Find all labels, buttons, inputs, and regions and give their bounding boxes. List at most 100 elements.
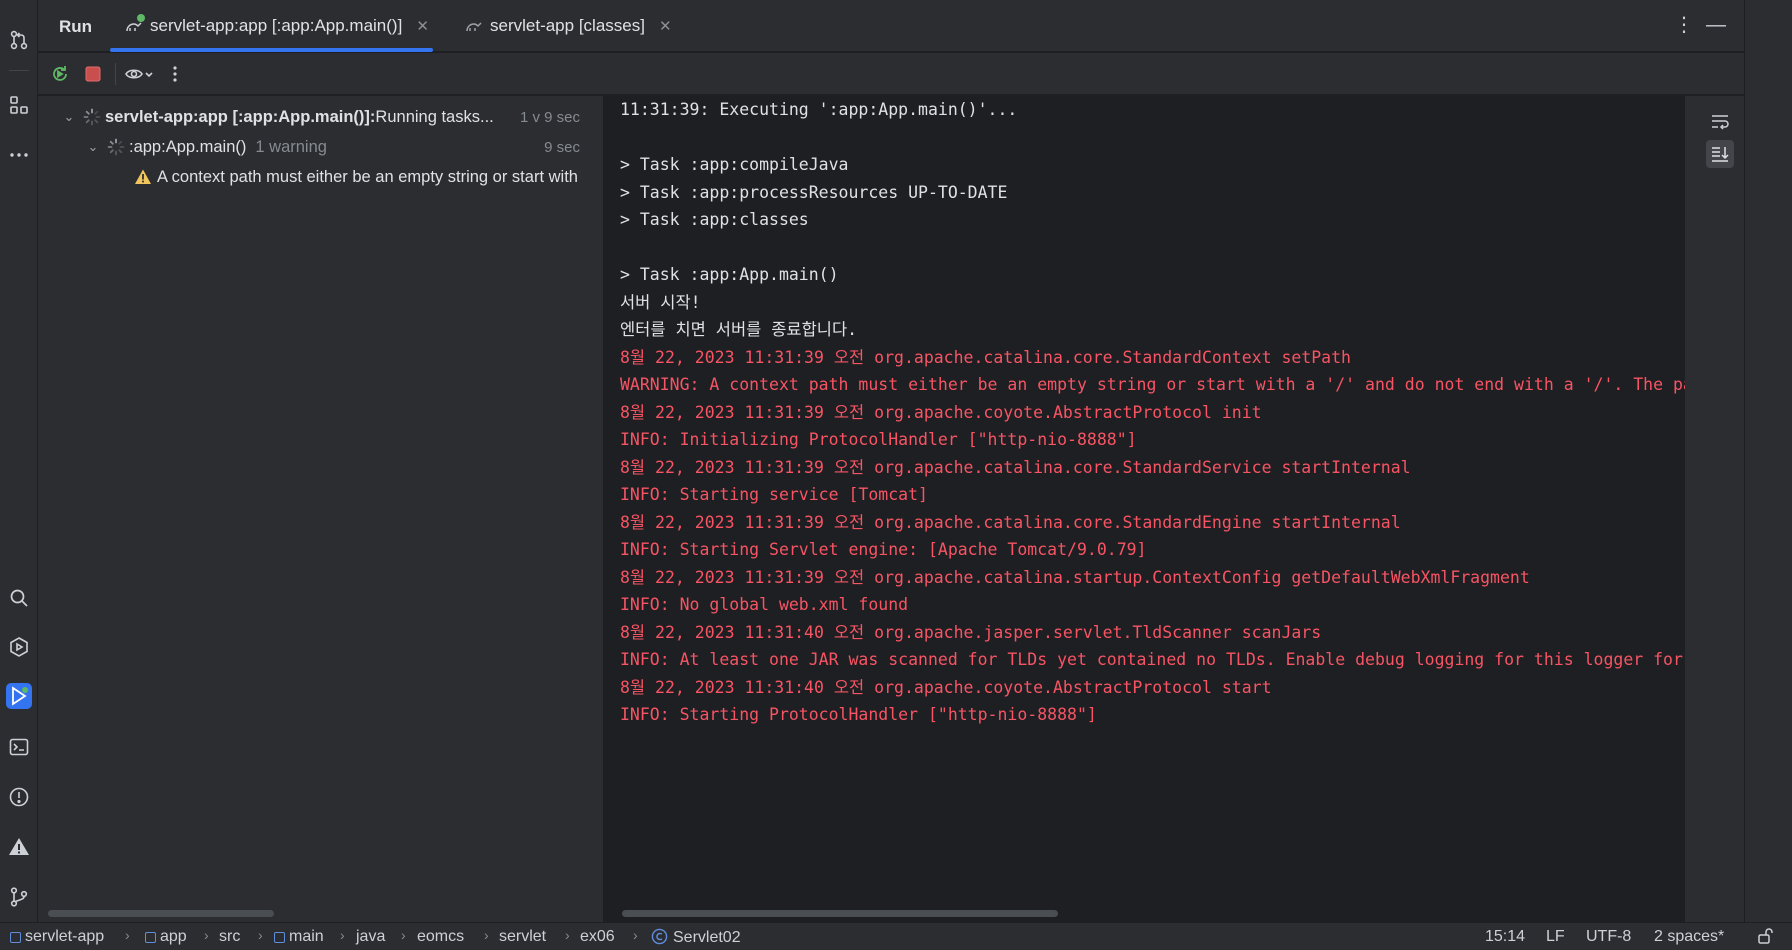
breadcrumb-label: java: [356, 928, 386, 945]
breadcrumb-item[interactable]: servlet: [499, 928, 546, 946]
warning-icon: [135, 169, 151, 184]
rerun-icon[interactable]: [48, 62, 72, 86]
console-line: > Task :app:App.main(): [620, 265, 839, 284]
chevron-right-icon: ›: [125, 927, 130, 943]
console-line: 8월 22, 2023 11:31:40 오전 org.apache.coyot…: [620, 677, 1272, 697]
breadcrumb-label: servlet-app: [25, 928, 105, 945]
structure-icon[interactable]: [6, 92, 32, 118]
caret-position[interactable]: 15:14: [1485, 928, 1525, 946]
breadcrumb-label: servlet: [499, 928, 547, 945]
toolbar-separator: [115, 63, 116, 85]
view-options-icon[interactable]: [122, 62, 156, 86]
console-line: INFO: Starting ProtocolHandler ["http-ni…: [620, 705, 1097, 724]
console-line: INFO: Starting Servlet engine: [Apache T…: [620, 540, 1147, 559]
tree-child-row[interactable]: ⌄ :app:App.main() 1 warning 9 sec: [38, 133, 603, 161]
file-encoding[interactable]: UTF-8: [1586, 928, 1631, 946]
options-menu-icon[interactable]: ⋮: [1672, 14, 1696, 38]
close-icon[interactable]: ✕: [659, 17, 672, 35]
chevron-down-icon[interactable]: ⌄: [61, 109, 77, 125]
close-icon[interactable]: ✕: [416, 17, 429, 35]
tab-label: servlet-app [classes]: [490, 16, 645, 35]
activity-separator: [9, 70, 29, 71]
chevron-right-icon: ›: [340, 927, 345, 943]
more-tools-icon[interactable]: [6, 142, 32, 168]
problems-icon[interactable]: [6, 784, 32, 810]
console-horizontal-scrollbar[interactable]: [622, 910, 1058, 917]
minimize-icon[interactable]: —: [1704, 14, 1728, 38]
tree-warning-row[interactable]: A context path must either be an empty s…: [38, 163, 603, 191]
module-icon: [10, 931, 21, 943]
console-line: 서버 시작!: [620, 292, 701, 312]
terminal-icon[interactable]: [6, 734, 32, 760]
activity-bar: [0, 0, 38, 950]
pull-requests-icon[interactable]: [6, 27, 32, 53]
console-line: > Task :app:processResources UP-TO-DATE: [620, 182, 1008, 202]
warnings-icon[interactable]: [6, 834, 32, 860]
tab-servlet-app-classes[interactable]: servlet-app [classes] ✕: [464, 0, 676, 52]
stop-icon[interactable]: [81, 62, 105, 86]
console-line: INFO: No global web.xml found: [620, 595, 909, 614]
indent-setting[interactable]: 2 spaces*: [1654, 928, 1724, 946]
console-line: > Task :app:classes: [620, 210, 809, 229]
console-line: > Task :app:compileJava: [620, 155, 849, 174]
breadcrumb-item[interactable]: main: [274, 928, 324, 946]
scroll-to-end-icon[interactable]: [1706, 140, 1734, 168]
console-line: 11:31:39: Executing ':app:App.main()'...: [620, 100, 1018, 119]
tab-servlet-app-main[interactable]: servlet-app:app [:app:App.main()] ✕: [110, 0, 433, 52]
spinner-icon: [83, 108, 101, 126]
unlock-icon[interactable]: [1757, 927, 1775, 950]
console-line: INFO: Starting service [Tomcat]: [620, 485, 928, 504]
tree-root-title: servlet-app:app [:app:App.main()]:: [105, 107, 376, 126]
breadcrumb-item[interactable]: ex06: [580, 928, 615, 946]
breadcrumb-item[interactable]: eomcs: [417, 928, 464, 946]
tree-warning-label: A context path must either be an empty s…: [157, 167, 578, 186]
tree-horizontal-scrollbar[interactable]: [48, 910, 274, 917]
gradle-icon: [464, 16, 484, 36]
breadcrumb-item[interactable]: servlet-app: [10, 928, 104, 946]
module-icon: [145, 931, 156, 943]
console-line: INFO: At least one JAR was scanned for T…: [620, 650, 1685, 669]
console-side-toolbar: [1685, 96, 1744, 922]
console-line: WARNING: A context path must either be a…: [620, 375, 1685, 394]
breadcrumb-item[interactable]: src: [219, 928, 240, 946]
tree-child-time: 9 sec: [544, 138, 580, 156]
run-toolbar: [38, 53, 1744, 95]
chevron-right-icon: ›: [633, 927, 638, 943]
breadcrumb-item[interactable]: Servlet02: [651, 928, 741, 947]
breadcrumb-item[interactable]: app: [145, 928, 187, 946]
line-separator[interactable]: LF: [1546, 928, 1565, 946]
running-badge: [137, 14, 145, 22]
run-tool-window-header: Run servlet-app:app [:app:App.main()] ✕ …: [38, 0, 1744, 52]
chevron-right-icon: ›: [204, 927, 209, 943]
console-line: 8월 22, 2023 11:31:39 오전 org.apache.catal…: [620, 567, 1530, 587]
more-actions-icon[interactable]: [163, 62, 187, 86]
tree-root-row[interactable]: ⌄ servlet-app:app [:app:App.main()]: Run…: [38, 103, 603, 131]
soft-wrap-icon[interactable]: [1706, 108, 1734, 136]
chevron-right-icon: ›: [565, 927, 570, 943]
status-bar: 15:14 LF UTF-8 2 spaces* servlet-app app s…: [0, 922, 1792, 950]
git-icon[interactable]: [6, 884, 32, 910]
breadcrumb-label: Servlet02: [673, 928, 741, 946]
build-tree-panel: ⌄ servlet-app:app [:app:App.main()]: Run…: [38, 96, 604, 922]
chevron-right-icon: ›: [258, 927, 263, 943]
search-icon[interactable]: [6, 585, 32, 611]
console-output[interactable]: 11:31:39: Executing ':app:App.main()'...…: [605, 96, 1685, 922]
breadcrumb-label: app: [160, 928, 187, 945]
tree-root-time: 1 v 9 sec: [519, 108, 580, 126]
tool-window-title: Run: [59, 17, 93, 36]
console-line: 8월 22, 2023 11:31:40 오전 org.apache.jaspe…: [620, 622, 1322, 642]
services-icon[interactable]: [6, 634, 32, 660]
tree-root-status: Running tasks...: [375, 107, 494, 126]
tree-child-title: :app:App.main(): [129, 137, 247, 156]
breadcrumb-label: main: [289, 928, 324, 945]
console-line: 8월 22, 2023 11:31:39 오전 org.apache.catal…: [620, 457, 1411, 477]
tree-child-note: 1 warning: [255, 137, 327, 156]
module-icon: [274, 931, 285, 943]
breadcrumb-label: ex06: [580, 928, 615, 945]
chevron-down-icon[interactable]: ⌄: [85, 139, 101, 155]
breadcrumb-item[interactable]: java: [356, 928, 385, 946]
breadcrumb-label: eomcs: [417, 928, 465, 945]
run-icon[interactable]: [6, 683, 32, 709]
console-line: 8월 22, 2023 11:31:39 오전 org.apache.catal…: [620, 512, 1401, 532]
tab-label: servlet-app:app [:app:App.main()]: [150, 16, 403, 35]
